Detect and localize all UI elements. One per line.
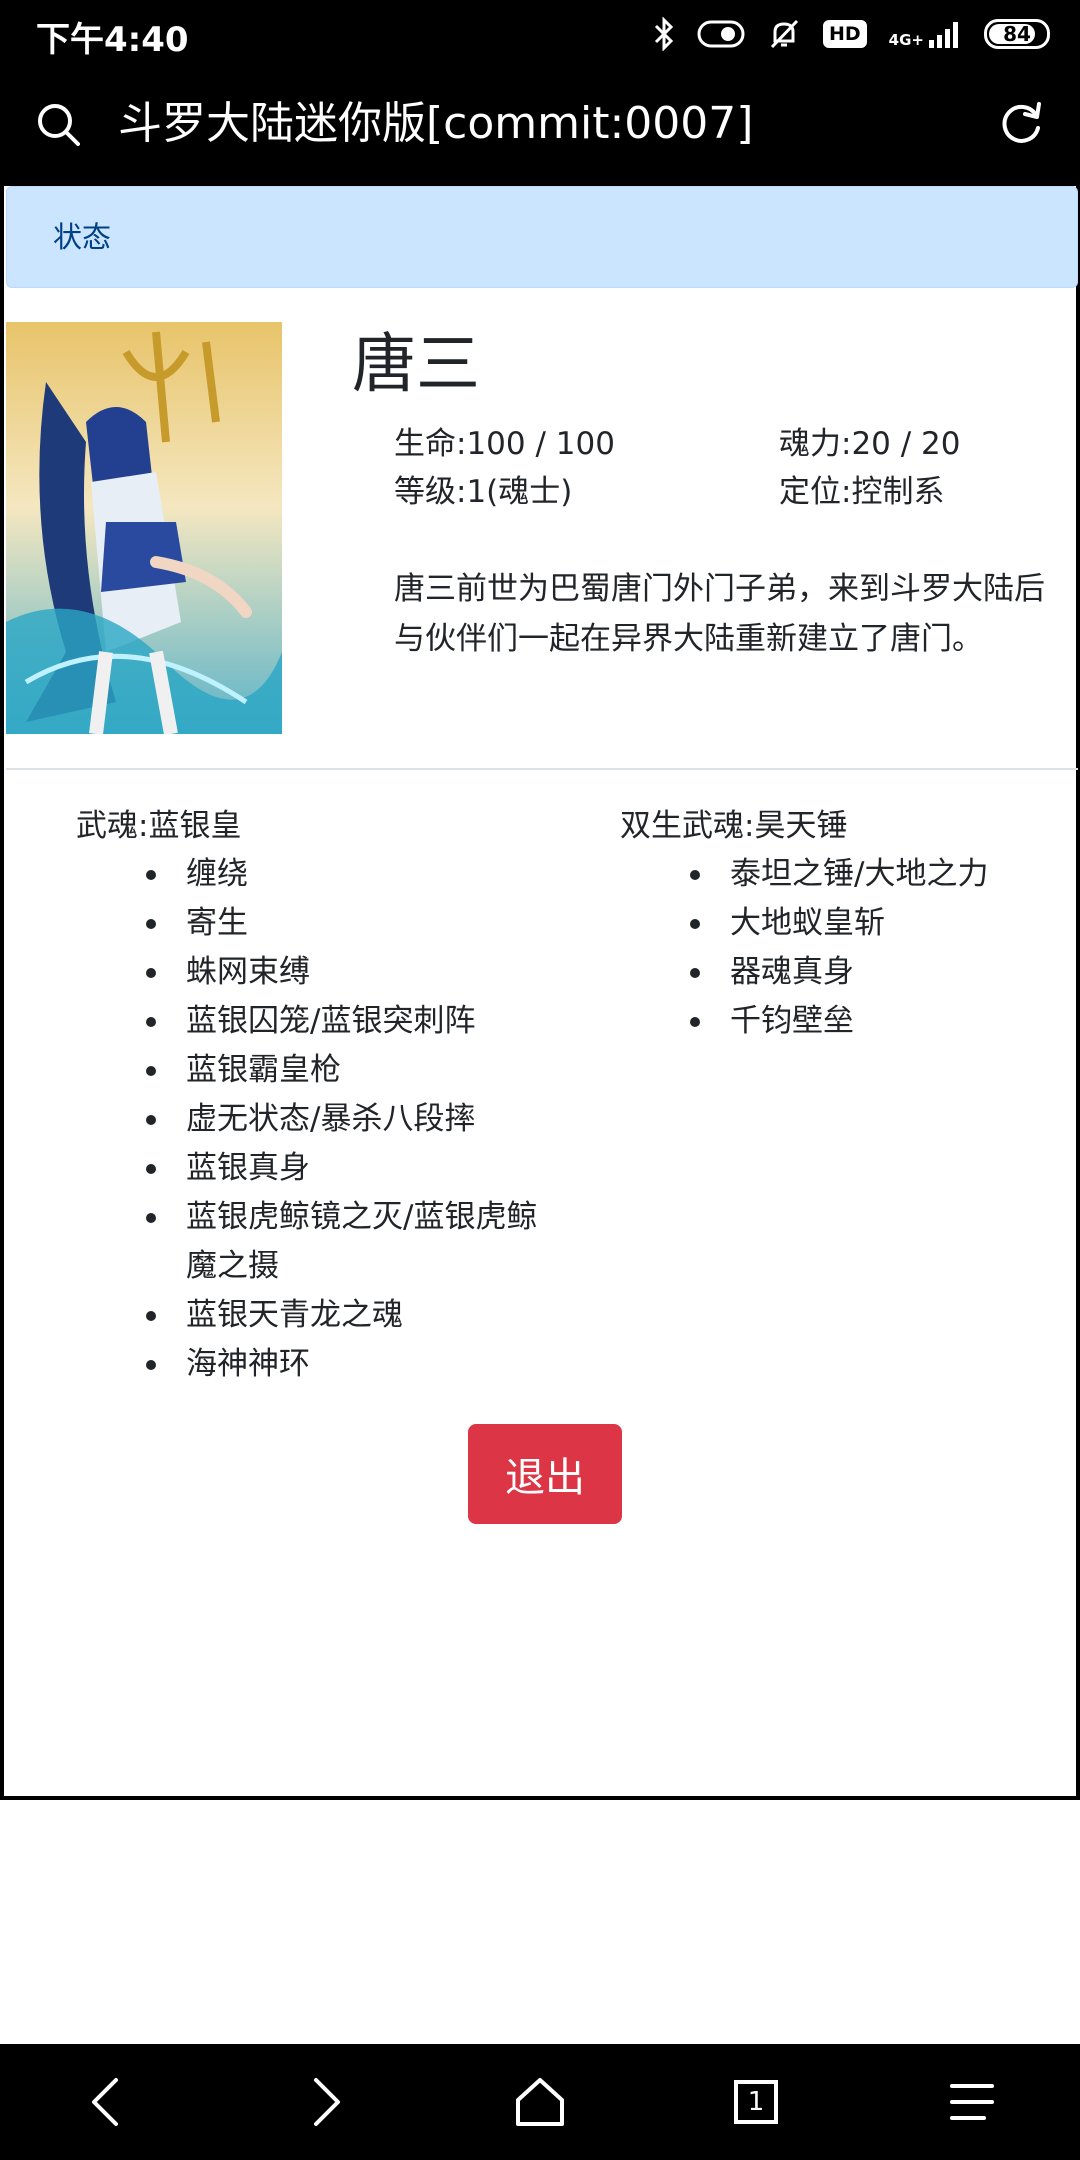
mute-bell-icon: [770, 19, 799, 49]
bluetooth-icon: [654, 17, 674, 51]
list-item: 蓝银虎鲸镜之灭/蓝银虎鲸魔之摄: [132, 1193, 562, 1291]
list-item: 泰坦之锤/大地之力: [676, 850, 1080, 899]
hp-stat: 生命:100 / 100: [394, 426, 615, 462]
network-label: 4G+: [888, 31, 924, 49]
list-item: 蓝银囚笼/蓝银突刺阵: [132, 997, 576, 1046]
status-icons: HD 4G+ 84: [653, 14, 1050, 54]
soul-power-stat: 魂力:20 / 20: [779, 426, 961, 462]
list-item: 器魂真身: [676, 948, 1080, 997]
forward-icon[interactable]: [294, 2072, 354, 2132]
martial-soul-secondary: 双生武魂:昊天锤 泰坦之锤/大地之力 大地蚁皇斩 器魂真身 千钧壁垒: [620, 802, 1080, 1046]
back-icon[interactable]: [78, 2072, 138, 2132]
web-content: 状态 唐三 生命:100 / 100 魂力:20 / 20 等级:1(魂士) 定…: [0, 186, 1080, 1800]
divider: [6, 768, 1078, 770]
battery-indicator: 84: [984, 19, 1050, 49]
skill-list: 缠绕 寄生 蛛网束缚 蓝银囚笼/蓝银突刺阵 蓝银霸皇枪 虚无状态/暴杀八段摔 蓝…: [132, 850, 576, 1389]
signal-indicator: 4G+: [889, 20, 962, 48]
skill-list: 泰坦之锤/大地之力 大地蚁皇斩 器魂真身 千钧壁垒: [676, 850, 1080, 1046]
list-item: 寄生: [132, 899, 576, 948]
list-item: 虚无状态/暴杀八段摔: [132, 1095, 576, 1144]
status-time: 下午4:40: [36, 20, 189, 60]
martial-soul-primary: 武魂:蓝银皇 缠绕 寄生 蛛网束缚 蓝银囚笼/蓝银突刺阵 蓝银霸皇枪 虚无状态/…: [76, 802, 576, 1389]
martial-soul-title: 双生武魂:昊天锤: [620, 808, 848, 844]
martial-soul-title: 武魂:蓝银皇: [76, 808, 242, 844]
browser-toolbar: 斗罗大陆迷你版[commit:0007]: [0, 66, 1080, 186]
toggle-icon: [697, 20, 745, 48]
exit-button[interactable]: 退出: [468, 1424, 622, 1524]
character-description: 唐三前世为巴蜀唐门外门子弟，来到斗罗大陆后与伙伴们一起在异界大陆重新建立了唐门。: [394, 571, 1045, 657]
level-stat: 等级:1(魂士): [394, 474, 573, 510]
bottom-nav-bar: 1: [0, 2044, 1080, 2160]
refresh-icon[interactable]: [996, 98, 1046, 148]
page-title[interactable]: 斗罗大陆迷你版[commit:0007]: [118, 94, 753, 154]
search-icon[interactable]: [34, 100, 82, 148]
character-name: 唐三: [352, 328, 480, 402]
battery-level: 84: [1003, 22, 1031, 46]
list-item: 蓝银天青龙之魂: [132, 1291, 576, 1340]
character-portrait: [6, 322, 282, 734]
list-item: 海神神环: [132, 1340, 576, 1389]
tabs-button[interactable]: 1: [726, 2072, 786, 2132]
list-item: 缠绕: [132, 850, 576, 899]
menu-icon[interactable]: [942, 2072, 1002, 2132]
signal-icon: [929, 22, 958, 48]
status-bar: 下午4:40 HD 4G+ 84: [0, 0, 1080, 66]
role-stat: 定位:控制系: [779, 474, 945, 510]
list-item: 蛛网束缚: [132, 948, 576, 997]
list-item: 千钧壁垒: [676, 997, 1080, 1046]
status-alert: 状态: [6, 186, 1078, 288]
list-item: 蓝银真身: [132, 1144, 576, 1193]
list-item: 大地蚁皇斩: [676, 899, 1080, 948]
hd-badge: HD: [822, 20, 867, 48]
tab-count: 1: [747, 2087, 765, 2117]
list-item: 蓝银霸皇枪: [132, 1046, 576, 1095]
home-icon[interactable]: [510, 2072, 570, 2132]
